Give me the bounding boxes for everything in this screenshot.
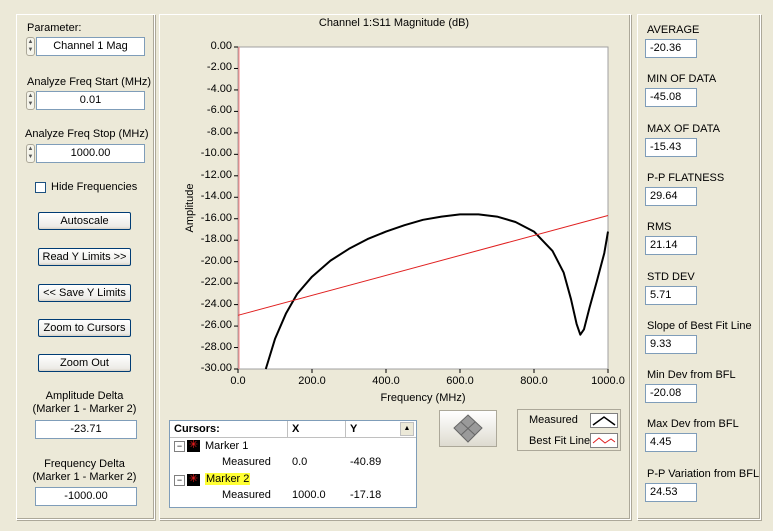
legend-measured-label: Measured xyxy=(529,414,578,426)
stat-label: AVERAGE xyxy=(647,24,700,36)
marker1-x: 0.0 xyxy=(292,456,308,468)
x-tick-label: 0.0 xyxy=(230,375,246,387)
x-tick-label: 600.0 xyxy=(446,375,474,387)
stat-value: 4.45 xyxy=(645,433,697,452)
y-tick-label: -22.00 xyxy=(200,276,232,289)
parameter-label: Parameter: xyxy=(27,22,82,34)
autoscale-button[interactable]: Autoscale xyxy=(38,212,131,230)
stat-value: 21.14 xyxy=(645,236,697,255)
stat-label: STD DEV xyxy=(647,271,695,283)
diamond-arrows-icon xyxy=(453,414,483,443)
stat-label: P-P FLATNESS xyxy=(647,172,725,184)
frequency-delta-sublabel: (Marker 1 - Marker 2) xyxy=(32,471,137,483)
cursor-table[interactable]: Cursors: X Y ▲ − ✳ Marker 1 Measured 0.0… xyxy=(169,420,417,508)
marker2-y: -17.18 xyxy=(350,489,382,501)
marker1-y: -40.89 xyxy=(350,456,382,468)
marker1-measured: Measured xyxy=(222,456,271,468)
plot-legend: Measured Best Fit Line xyxy=(517,409,621,451)
col-y-header: Y xyxy=(350,423,358,435)
stat-label: RMS xyxy=(647,221,672,233)
legend-measured-swatch[interactable] xyxy=(590,413,618,428)
y-tick-label: -26.00 xyxy=(200,319,232,332)
y-tick-label: -6.00 xyxy=(206,104,232,117)
marker2-name[interactable]: Marker 2 xyxy=(205,473,251,485)
y-tick-label: -24.00 xyxy=(200,297,232,310)
stat-value: 5.71 xyxy=(645,286,697,305)
y-axis-label: Amplitude xyxy=(184,183,196,233)
stat-label: MIN OF DATA xyxy=(647,73,717,85)
stat-value: -45.08 xyxy=(645,88,697,107)
y-tick-label: -30.00 xyxy=(200,362,232,374)
hide-frequencies-label: Hide Frequencies xyxy=(51,181,138,193)
freq-stop-input[interactable]: 1000.00 xyxy=(36,144,145,163)
tree-expand-icon[interactable]: − xyxy=(174,441,185,452)
stat-label: Slope of Best Fit Line xyxy=(647,320,752,332)
y-tick-label: -28.00 xyxy=(200,340,232,353)
marker2-measured: Measured xyxy=(222,489,271,501)
stat-label: P-P Variation from BFL xyxy=(647,468,760,480)
plot-background xyxy=(237,46,609,370)
freq-start-spinner[interactable]: ▲ ▼ xyxy=(26,91,35,110)
stat-value: -15.43 xyxy=(645,138,697,157)
graph-title: Channel 1:S11 Magnitude (dB) xyxy=(318,17,470,29)
y-tick-label: -10.00 xyxy=(200,147,232,160)
y-tick-label: -20.00 xyxy=(200,254,232,267)
parameter-field[interactable]: Channel 1 Mag xyxy=(36,37,145,56)
amplitude-delta-label: Amplitude Delta xyxy=(45,390,124,402)
stat-value: 9.33 xyxy=(645,335,697,354)
left-control-panel xyxy=(16,14,155,520)
freq-stop-label: Analyze Freq Stop (MHz) xyxy=(25,128,149,140)
stat-label: Max Dev from BFL xyxy=(647,418,739,430)
stat-value: -20.08 xyxy=(645,384,697,403)
x-tick-label: 800.0 xyxy=(520,375,548,387)
frequency-delta-label: Frequency Delta xyxy=(44,458,125,470)
col-x-header: X xyxy=(292,423,300,435)
stat-value: 29.64 xyxy=(645,187,697,206)
parameter-spinner[interactable]: ▲ ▼ xyxy=(26,37,35,56)
y-tick-label: -2.00 xyxy=(206,61,232,74)
x-tick-label: 1000.0 xyxy=(591,375,625,387)
read-y-limits-button[interactable]: Read Y Limits >> xyxy=(38,248,131,266)
freq-stop-spinner[interactable]: ▲ ▼ xyxy=(26,144,35,163)
cursor-move-control[interactable] xyxy=(439,410,497,447)
zoom-out-button[interactable]: Zoom Out xyxy=(38,354,131,372)
y-tick-label: -8.00 xyxy=(206,125,232,138)
frequency-delta-value: -1000.00 xyxy=(35,487,137,506)
y-tick-label: 0.00 xyxy=(210,40,232,52)
table-scroll-up[interactable]: ▲ xyxy=(400,422,414,436)
marker2-x: 1000.0 xyxy=(292,489,326,501)
marker2-crosshair-icon: ✳ xyxy=(187,473,200,486)
save-y-limits-button[interactable]: << Save Y Limits xyxy=(38,284,131,302)
x-tick-label: 400.0 xyxy=(372,375,400,387)
stat-label: Min Dev from BFL xyxy=(647,369,736,381)
y-tick-label: -4.00 xyxy=(206,82,232,95)
tree-expand-icon[interactable]: − xyxy=(174,475,185,486)
cursors-header: Cursors: xyxy=(174,423,220,435)
amplitude-delta-value: -23.71 xyxy=(35,420,137,439)
marker1-name[interactable]: Marker 1 xyxy=(205,440,248,452)
stat-value: -20.36 xyxy=(645,39,697,58)
legend-bestfit-label: Best Fit Line xyxy=(529,435,591,447)
stat-label: MAX OF DATA xyxy=(647,123,720,135)
freq-start-label: Analyze Freq Start (MHz) xyxy=(27,76,152,88)
zoom-to-cursors-button[interactable]: Zoom to Cursors xyxy=(38,319,131,337)
freq-start-input[interactable]: 0.01 xyxy=(36,91,145,110)
marker1-crosshair-icon: ✳ xyxy=(187,439,200,452)
x-tick-label: 200.0 xyxy=(298,375,326,387)
amplitude-delta-sublabel: (Marker 1 - Marker 2) xyxy=(32,403,137,415)
x-axis-label: Frequency (MHz) xyxy=(380,392,466,404)
legend-bestfit-swatch[interactable] xyxy=(590,433,618,448)
hide-frequencies-checkbox[interactable] xyxy=(35,182,46,193)
stat-value: 24.53 xyxy=(645,483,697,502)
